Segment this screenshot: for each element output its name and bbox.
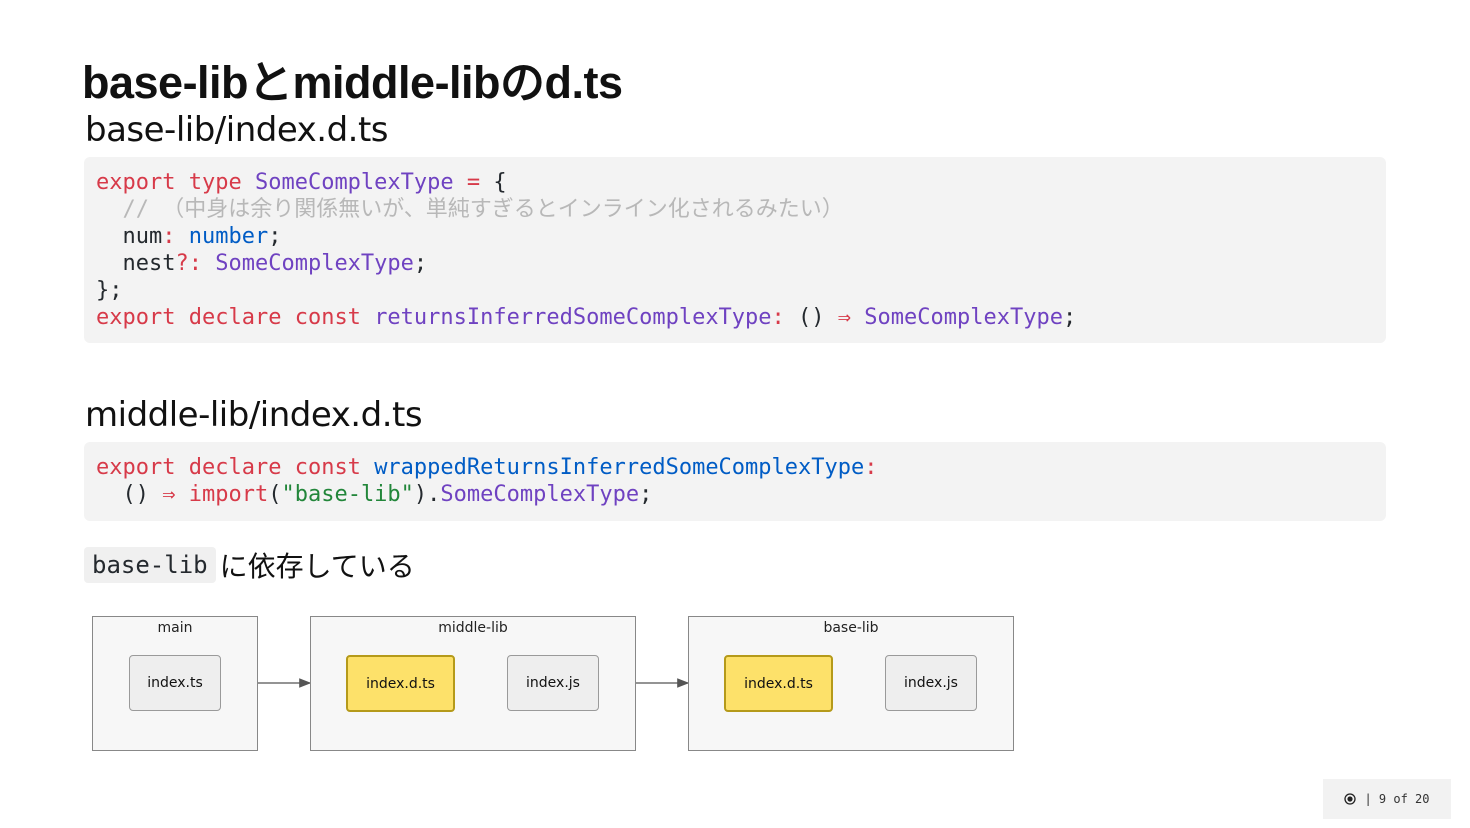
node-main-index-ts: index.ts — [129, 655, 221, 711]
cluster-label-middle-lib: middle-lib — [438, 620, 508, 636]
dependency-note: base-lib に依存している — [84, 544, 415, 586]
code-line: export type SomeComplexType = { — [96, 170, 507, 195]
code-line: () ⇒ import("base-lib").SomeComplexType; — [96, 482, 653, 507]
record-icon[interactable] — [1344, 793, 1357, 805]
page-indicator: | 9 of 20 — [1364, 792, 1430, 806]
code-line: num: number; — [96, 224, 282, 249]
node-base-index-d-ts: index.d.ts — [724, 655, 833, 712]
section-heading-base-lib: base-lib/index.d.ts — [85, 110, 389, 150]
node-middle-index-js: index.js — [507, 655, 599, 711]
code-comment: // （中身は余り関係無いが、単純すぎるとインライン化されるみたい） — [96, 197, 844, 222]
code-line: export declare const returnsInferredSome… — [96, 305, 1077, 330]
slide-title: base-libとmiddle-libのd.ts — [82, 57, 623, 108]
code-line: }; — [96, 278, 123, 303]
code-line: export declare const wrappedReturnsInfer… — [96, 455, 878, 480]
node-middle-index-d-ts: index.d.ts — [346, 655, 455, 712]
inline-code-base-lib: base-lib — [84, 547, 216, 583]
node-base-index-js: index.js — [885, 655, 977, 711]
cluster-label-main: main — [157, 620, 193, 636]
code-line: nest?: SomeComplexType; — [96, 251, 428, 276]
code-block-middle-lib: export declare const wrappedReturnsInfer… — [84, 442, 1386, 521]
code-block-base-lib: export type SomeComplexType = { // （中身は余… — [84, 157, 1386, 343]
note-text: に依存している — [219, 550, 415, 583]
slide-footer[interactable]: | 9 of 20 — [1323, 779, 1451, 819]
cluster-label-base-lib: base-lib — [823, 620, 879, 636]
section-heading-middle-lib: middle-lib/index.d.ts — [85, 395, 423, 435]
